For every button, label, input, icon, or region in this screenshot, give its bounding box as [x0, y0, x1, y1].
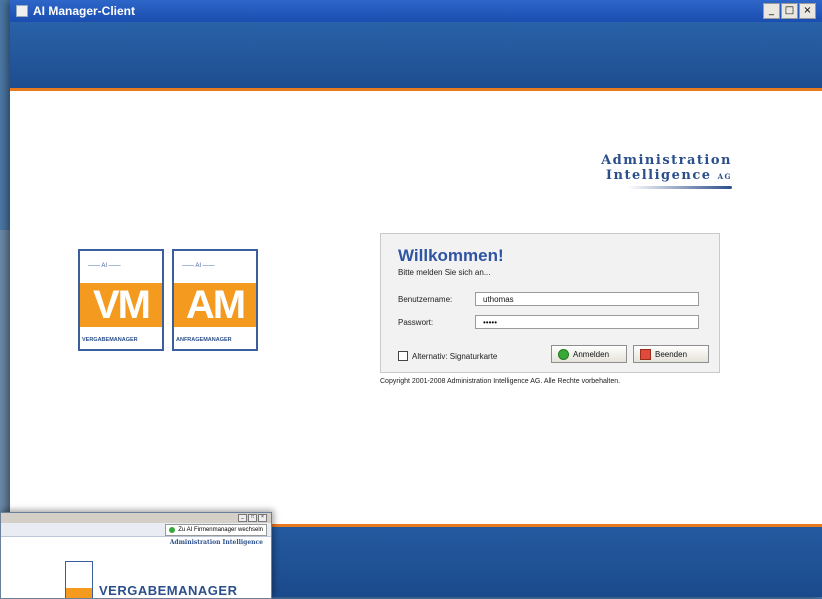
- maximize-button[interactable]: □: [781, 3, 798, 19]
- login-subtitle: Bitte melden Sie sich an...: [398, 268, 491, 277]
- inset-close-button[interactable]: ×: [258, 514, 267, 522]
- copyright-text: Copyright 2001-2008 Administration Intel…: [380, 378, 621, 385]
- vergabemanager-logo: —— AI —— VM VERGABEMANAGER: [78, 249, 164, 351]
- inset-toolbar: Zu AI Firmenmanager wechseln: [1, 523, 271, 537]
- exit-button[interactable]: Beenden: [633, 345, 709, 363]
- username-label: Benutzername:: [398, 295, 453, 304]
- inset-maximize-button[interactable]: □: [248, 514, 257, 522]
- password-label: Passwort:: [398, 318, 434, 327]
- signature-card-label: Alternativ: Signaturkarte: [412, 351, 498, 361]
- inset-vm-logo: [65, 561, 93, 598]
- title-bar: AI Manager-Client _ □ ×: [10, 0, 822, 22]
- app-icon: [16, 5, 28, 17]
- company-logo-line2: Intelligence: [605, 168, 712, 183]
- company-logo: Administration Intelligence AG: [592, 153, 732, 189]
- minimize-button[interactable]: _: [763, 3, 780, 19]
- login-button[interactable]: Anmelden: [551, 345, 627, 363]
- am-caption: ANFRAGEMANAGER: [176, 337, 232, 343]
- main-window: AI Manager-Client _ □ × Administration I…: [10, 0, 822, 597]
- exit-icon: [640, 348, 651, 360]
- username-input[interactable]: [475, 292, 699, 306]
- switch-manager-label: Zu AI Firmenmanager wechseln: [178, 527, 263, 533]
- product-logos: —— AI —— VM VERGABEMANAGER —— AI —— AM A…: [78, 249, 258, 351]
- company-logo-suffix: AG: [717, 172, 732, 181]
- switch-icon: [169, 527, 176, 533]
- exit-button-label: Beenden: [655, 349, 688, 359]
- company-logo-line1: Administration: [601, 153, 732, 168]
- welcome-heading: Willkommen!: [398, 246, 504, 265]
- inset-product-title: VERGABEMANAGER: [99, 583, 238, 598]
- signature-card-option[interactable]: Alternativ: Signaturkarte: [398, 351, 497, 361]
- am-letters: AM: [174, 283, 256, 327]
- vm-caption: VERGABEMANAGER: [82, 337, 138, 343]
- vm-letters: VM: [80, 283, 162, 327]
- close-button[interactable]: ×: [799, 3, 816, 19]
- anfragemanager-logo: —— AI —— AM ANFRAGEMANAGER: [172, 249, 258, 351]
- login-page: Administration Intelligence AG —— AI —— …: [10, 91, 822, 527]
- inset-window: _ □ × Zu AI Firmenmanager wechseln Admin…: [0, 512, 272, 599]
- inset-minimize-button[interactable]: _: [238, 514, 247, 522]
- signature-card-checkbox[interactable]: [398, 351, 408, 361]
- logo-swoosh: [627, 186, 732, 189]
- login-panel: Willkommen! Bitte melden Sie sich an... …: [380, 233, 720, 373]
- inset-title-bar: _ □ ×: [1, 513, 271, 523]
- window-title: AI Manager-Client: [33, 4, 136, 18]
- login-icon: [558, 348, 569, 360]
- switch-manager-button[interactable]: Zu AI Firmenmanager wechseln: [165, 524, 267, 536]
- inset-company-logo: Administration Intelligence: [169, 539, 263, 546]
- password-input[interactable]: [475, 315, 699, 329]
- header-banner: [10, 22, 822, 91]
- login-button-label: Anmelden: [573, 349, 610, 359]
